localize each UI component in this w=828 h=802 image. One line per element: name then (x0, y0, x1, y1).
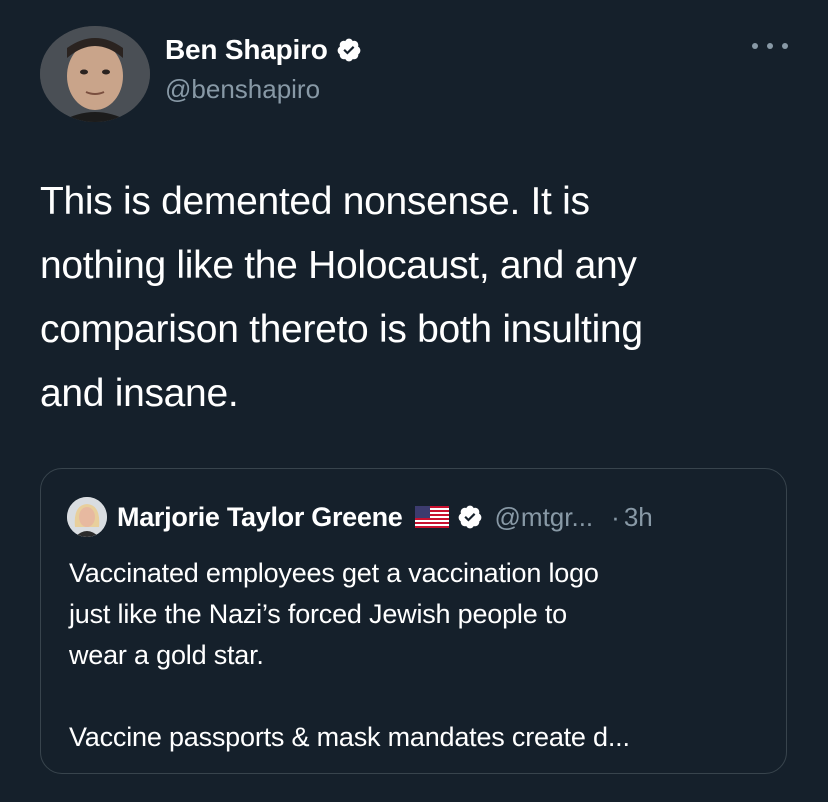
quoted-tweet-header: Marjorie Taylor Greene @mtgr... · 3h (67, 497, 653, 537)
us-flag-icon (414, 506, 449, 528)
quoted-tweet-text-truncated: Vaccine passports & mask mandates create… (69, 722, 630, 752)
more-dot (767, 43, 773, 49)
author-name[interactable]: Ben Shapiro (165, 34, 328, 66)
author-avatar[interactable] (40, 26, 150, 122)
more-dot (782, 43, 788, 49)
author-handle[interactable]: @benshapiro (165, 74, 320, 105)
verified-badge-icon (457, 504, 483, 530)
quoted-tweet-text: Vaccinated employees get a vaccination l… (69, 558, 599, 670)
tweet-text: This is demented nonsense. It is nothing… (40, 180, 643, 415)
author-name-row: Ben Shapiro (165, 34, 362, 66)
more-options-icon[interactable] (752, 36, 788, 56)
quoted-author-avatar[interactable] (67, 497, 107, 537)
quoted-tweet-time[interactable]: 3h (624, 502, 653, 533)
quoted-tweet-card[interactable]: Marjorie Taylor Greene @mtgr... · 3h Vac… (40, 468, 787, 774)
more-dot (752, 43, 758, 49)
quoted-author-handle[interactable]: @mtgr... (495, 502, 594, 533)
separator-dot: · (611, 501, 620, 532)
verified-badge-icon (336, 37, 362, 63)
quoted-author-name[interactable]: Marjorie Taylor Greene (117, 502, 403, 533)
